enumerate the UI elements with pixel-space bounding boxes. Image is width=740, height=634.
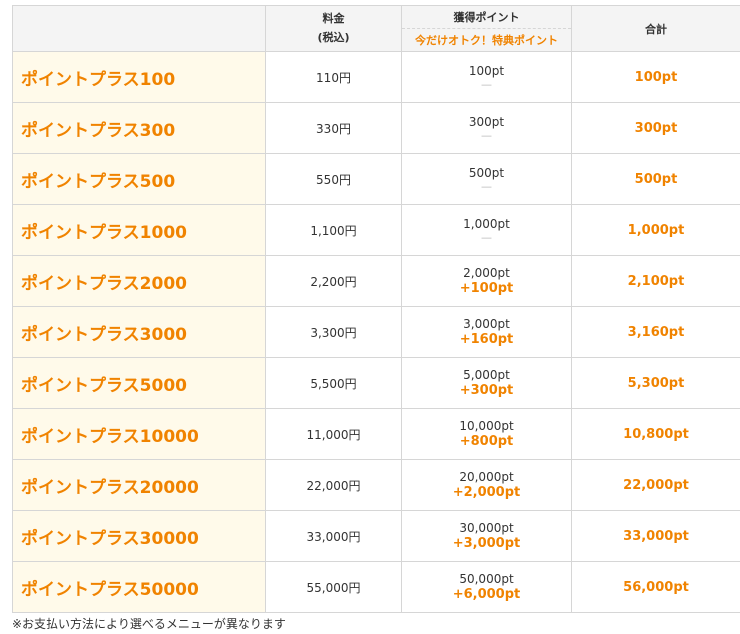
plan-points: 10,000pt +800pt	[401, 408, 572, 460]
plan-total: 2,100pt	[571, 255, 740, 307]
base-points: 3,000pt	[463, 317, 510, 331]
base-points: 50,000pt	[459, 572, 514, 586]
plan-total: 300pt	[571, 102, 740, 154]
header-bonus-label: 今だけオトク！特典ポイント	[415, 34, 558, 47]
plan-price: 11,000円	[265, 408, 402, 460]
header-points: 獲得ポイント 今だけオトク！特典ポイント	[401, 5, 572, 52]
plan-name: ポイントプラス1000	[12, 204, 266, 256]
table-row: ポイントプラス20000 22,000円 20,000pt +2,000pt 22,00…	[12, 459, 740, 511]
table-row: ポイントプラス50000 55,000円 50,000pt +6,000pt 56,00…	[12, 561, 740, 613]
plan-name: ポイントプラス300	[12, 102, 266, 154]
plan-name: ポイントプラス50000	[12, 561, 266, 613]
bonus-points: +3,000pt	[452, 536, 521, 551]
bonus-points: +800pt	[459, 434, 514, 449]
base-points: 30,000pt	[459, 521, 514, 535]
plan-name: ポイントプラス100	[12, 51, 266, 103]
plan-price: 22,000円	[265, 459, 402, 511]
header-total-label: 合計	[645, 22, 667, 36]
plan-price: 1,100円	[265, 204, 402, 256]
plan-price: 5,500円	[265, 357, 402, 409]
plan-points: 20,000pt +2,000pt	[401, 459, 572, 511]
bonus-points: +160pt	[459, 332, 514, 347]
plan-price: 2,200円	[265, 255, 402, 307]
table-row: ポイントプラス2000 2,200円 2,000pt +100pt 2,100pt	[12, 255, 740, 307]
plan-total: 10,800pt	[571, 408, 740, 460]
table-row: ポイントプラス10000 11,000円 10,000pt +800pt 10,800p…	[12, 408, 740, 460]
no-bonus-mark: —	[481, 129, 492, 142]
plan-points: 500pt —	[401, 153, 572, 205]
plan-points: 1,000pt —	[401, 204, 572, 256]
base-points: 1,000pt	[463, 217, 510, 231]
plan-name: ポイントプラス3000	[12, 306, 266, 358]
plan-price: 55,000円	[265, 561, 402, 613]
table-row: ポイントプラス5000 5,500円 5,000pt +300pt 5,300pt	[12, 357, 740, 409]
bonus-points: +100pt	[459, 281, 514, 296]
base-points: 300pt	[468, 115, 505, 129]
plan-name: ポイントプラス500	[12, 153, 266, 205]
base-points: 10,000pt	[459, 419, 514, 433]
plan-price: 550円	[265, 153, 402, 205]
plan-name: ポイントプラス20000	[12, 459, 266, 511]
no-bonus-mark: —	[481, 231, 492, 244]
bonus-points: +300pt	[459, 383, 514, 398]
base-points: 20,000pt	[459, 470, 514, 484]
plan-points: 5,000pt +300pt	[401, 357, 572, 409]
plan-total: 56,000pt	[571, 561, 740, 613]
table-row: ポイントプラス100 110円 100pt —100pt	[12, 51, 740, 103]
plan-total: 3,160pt	[571, 306, 740, 358]
plan-name: ポイントプラス5000	[12, 357, 266, 409]
bonus-points: +6,000pt	[452, 587, 521, 602]
no-bonus-mark: —	[481, 180, 492, 193]
table-header-row: 料金 (税込) 獲得ポイント 今だけオトク！特典ポイント 合計	[12, 5, 740, 52]
table-row: ポイントプラス30000 33,000円 30,000pt +3,000pt 33,00…	[12, 510, 740, 562]
header-points-label: 獲得ポイント	[453, 11, 520, 24]
no-bonus-mark: —	[481, 78, 492, 91]
table-row: ポイントプラス1000 1,100円 1,000pt —1,000pt	[12, 204, 740, 256]
header-blank-cell	[12, 5, 266, 52]
plan-points: 50,000pt +6,000pt	[401, 561, 572, 613]
plan-price: 33,000円	[265, 510, 402, 562]
table-row: ポイントプラス500 550円 500pt —500pt	[12, 153, 740, 205]
plan-price: 330円	[265, 102, 402, 154]
price-table-container: 料金 (税込) 獲得ポイント 今だけオトク！特典ポイント 合計 ポイントプラス1…	[12, 5, 740, 613]
bonus-points: +2,000pt	[452, 485, 521, 500]
plan-name: ポイントプラス30000	[12, 510, 266, 562]
table-row: ポイントプラス300 330円 300pt —300pt	[12, 102, 740, 154]
plan-price: 3,300円	[265, 306, 402, 358]
base-points: 100pt	[468, 64, 505, 78]
plan-points: 300pt —	[401, 102, 572, 154]
plan-total: 1,000pt	[571, 204, 740, 256]
plan-total: 100pt	[571, 51, 740, 103]
header-total: 合計	[571, 5, 740, 52]
plan-points: 30,000pt +3,000pt	[401, 510, 572, 562]
plan-points: 3,000pt +160pt	[401, 306, 572, 358]
header-price: 料金 (税込)	[265, 5, 402, 52]
base-points: 2,000pt	[463, 266, 510, 280]
plan-points: 2,000pt +100pt	[401, 255, 572, 307]
plan-total: 500pt	[571, 153, 740, 205]
table-row: ポイントプラス3000 3,300円 3,000pt +160pt 3,160pt	[12, 306, 740, 358]
plan-price: 110円	[265, 51, 402, 103]
base-points: 5,000pt	[463, 368, 510, 382]
header-price-tax-label: (税込)	[317, 31, 350, 44]
plan-total: 5,300pt	[571, 357, 740, 409]
point-plan-table: 料金 (税込) 獲得ポイント 今だけオトク！特典ポイント 合計 ポイントプラス1…	[12, 5, 740, 613]
base-points: 500pt	[468, 166, 505, 180]
plan-total: 22,000pt	[571, 459, 740, 511]
plan-name: ポイントプラス10000	[12, 408, 266, 460]
header-price-label: 料金	[322, 12, 345, 25]
payment-note: ※お支払い方法により選べるメニューが異なります	[12, 617, 286, 631]
plan-points: 100pt —	[401, 51, 572, 103]
plan-total: 33,000pt	[571, 510, 740, 562]
plan-name: ポイントプラス2000	[12, 255, 266, 307]
